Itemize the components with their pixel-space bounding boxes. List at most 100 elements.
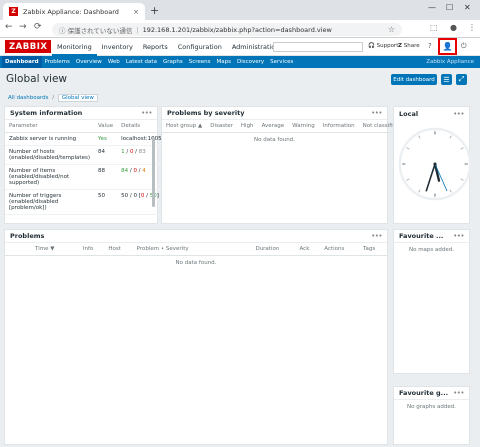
- back-icon[interactable]: ←: [5, 22, 13, 32]
- user-icon: 👤: [442, 42, 453, 51]
- menu-monitoring[interactable]: Monitoring: [52, 38, 97, 56]
- share-icon: Z: [398, 43, 402, 49]
- menu-inventory[interactable]: Inventory: [97, 38, 138, 56]
- enabled-count: 84: [121, 168, 129, 174]
- column-header: Tags: [359, 243, 387, 256]
- new-tab-button[interactable]: +: [150, 4, 159, 17]
- subnav-overview[interactable]: Overview: [73, 56, 105, 68]
- widget-title: Problems by severity: [167, 109, 245, 117]
- menu-configuration[interactable]: Configuration: [173, 38, 227, 56]
- template-count: 83: [138, 149, 146, 155]
- param-cell: Number of hosts (enabled/disabled/templa…: [5, 145, 94, 165]
- widget-menu-icon[interactable]: •••: [141, 109, 152, 117]
- profile-icon[interactable]: ●: [450, 23, 457, 32]
- clock-widget: Local •••: [393, 106, 472, 224]
- extension-icon[interactable]: ⬚: [430, 23, 438, 32]
- subnav-latest-data[interactable]: Latest data: [123, 56, 160, 68]
- column-header: Host: [104, 243, 133, 256]
- subnav-screens[interactable]: Screens: [186, 56, 214, 68]
- main-menu: Monitoring Inventory Reports Configurati…: [52, 38, 284, 56]
- fullscreen-button[interactable]: ⤢: [456, 74, 467, 85]
- edit-dashboard-button[interactable]: Edit dashboard: [391, 74, 437, 85]
- help-icon[interactable]: ?: [428, 42, 432, 50]
- browser-menu-icon[interactable]: ⋮: [468, 23, 476, 32]
- disabled-count: 0: [129, 149, 134, 155]
- dashboard-list-button[interactable]: ☰: [441, 74, 452, 85]
- problems-by-severity-widget: Problems by severity ••• Host group ▲ Di…: [161, 106, 404, 224]
- severity-table: Host group ▲ Disaster High Average Warni…: [162, 120, 404, 133]
- column-header: Value: [93, 120, 118, 133]
- bookmark-star-icon[interactable]: ☆: [388, 25, 395, 34]
- widget-menu-icon[interactable]: •••: [453, 232, 464, 240]
- breadcrumb-global-view[interactable]: Global view: [57, 94, 98, 102]
- page-title: Global view: [6, 73, 68, 85]
- table-row: Number of hosts (enabled/disabled/templa…: [5, 145, 170, 165]
- breadcrumb: All dashboards / Global view: [8, 94, 98, 102]
- insecure-warning[interactable]: ⓘ 保護されていない通信: [59, 25, 132, 35]
- maximize-icon[interactable]: ☐: [446, 3, 453, 12]
- browser-tab-bar: Z Zabbix Appliance: Dashboard × + — ☐ ✕: [0, 0, 480, 20]
- favourite-maps-widget: Favourite ... ••• No maps added.: [393, 229, 470, 374]
- sub-navigation: Dashboard Problems Overview Web Latest d…: [0, 56, 480, 68]
- widget-menu-icon[interactable]: •••: [371, 232, 382, 240]
- browser-tab[interactable]: Z Zabbix Appliance: Dashboard ×: [3, 3, 145, 20]
- column-header: Information: [318, 120, 359, 133]
- sign-out-icon[interactable]: ⏻: [461, 42, 467, 51]
- breadcrumb-all-dashboards[interactable]: All dashboards: [8, 95, 49, 101]
- widget-menu-icon[interactable]: •••: [453, 110, 464, 118]
- column-header: Warning: [288, 120, 319, 133]
- problems-table: Time ▼ Info Host Problem • Severity Dura…: [5, 243, 387, 256]
- favourite-graphs-widget: Favourite g... ••• No graphs added.: [393, 386, 470, 445]
- column-header: Ack: [295, 243, 321, 256]
- table-row: Number of items (enabled/disabled/not su…: [5, 164, 170, 190]
- widget-menu-icon[interactable]: •••: [371, 109, 382, 117]
- subnav-maps[interactable]: Maps: [213, 56, 233, 68]
- minimize-icon[interactable]: —: [428, 3, 436, 12]
- window-close-icon[interactable]: ✕: [464, 3, 471, 12]
- subnav-dashboard[interactable]: Dashboard: [2, 56, 42, 68]
- zabbix-header: ZABBIX Monitoring Inventory Reports Conf…: [0, 38, 480, 56]
- no-graphs-message: No graphs added.: [407, 404, 456, 410]
- analog-clock: [398, 127, 472, 201]
- zabbix-favicon-icon: Z: [9, 7, 18, 16]
- tab-title: Zabbix Appliance: Dashboard: [23, 7, 119, 16]
- subnav-graphs[interactable]: Graphs: [160, 56, 186, 68]
- subnav-web[interactable]: Web: [105, 56, 123, 68]
- widget-menu-icon[interactable]: •••: [453, 389, 464, 397]
- fullscreen-icon: ⤢: [458, 75, 465, 83]
- subnav-problems[interactable]: Problems: [42, 56, 73, 68]
- url-separator: |: [136, 25, 139, 34]
- subnav-discovery[interactable]: Discovery: [234, 56, 267, 68]
- user-profile-button[interactable]: 👤: [438, 38, 457, 55]
- support-link[interactable]: 🎧 Support: [368, 43, 398, 49]
- column-header: Average: [257, 120, 289, 133]
- zabbix-logo[interactable]: ZABBIX: [5, 40, 52, 53]
- param-cell: Zabbix server is running: [5, 132, 94, 146]
- subnav-services[interactable]: Services: [267, 56, 296, 68]
- search-input[interactable]: [273, 42, 363, 52]
- column-header-host-group[interactable]: Host group ▲: [162, 120, 207, 133]
- url-text[interactable]: 192.168.1.201/zabbix/zabbix.php?action=d…: [143, 26, 332, 34]
- forward-icon[interactable]: →: [19, 22, 27, 32]
- reload-icon[interactable]: ⟳: [34, 22, 42, 32]
- disabled-count: 0: [133, 193, 137, 199]
- no-data-message: No data found.: [175, 260, 217, 266]
- value-cell: Yes: [93, 132, 118, 146]
- widget-header: Problems by severity •••: [162, 107, 387, 120]
- breadcrumb-separator: /: [52, 95, 55, 101]
- widget-title: System information: [10, 109, 83, 117]
- widget-header: Favourite ... •••: [394, 230, 469, 243]
- problems-widget: Problems ••• Time ▼ Info Host Problem • …: [4, 229, 388, 445]
- share-label: Share: [403, 43, 420, 49]
- column-header: Duration: [251, 243, 296, 256]
- column-header: Problem • Severity: [132, 243, 252, 256]
- not-supported-count: 4: [142, 168, 146, 174]
- widget-header: Local •••: [394, 107, 469, 120]
- url-field[interactable]: ⓘ 保護されていない通信 | 192.168.1.201/zabbix/zabb…: [52, 23, 402, 36]
- share-link[interactable]: Z Share: [398, 43, 420, 49]
- menu-reports[interactable]: Reports: [138, 38, 173, 56]
- tab-close-icon[interactable]: ×: [133, 8, 139, 16]
- value-cell: 50: [93, 189, 118, 215]
- column-header-time[interactable]: Time ▼: [5, 243, 79, 256]
- scrollbar[interactable]: [152, 137, 155, 207]
